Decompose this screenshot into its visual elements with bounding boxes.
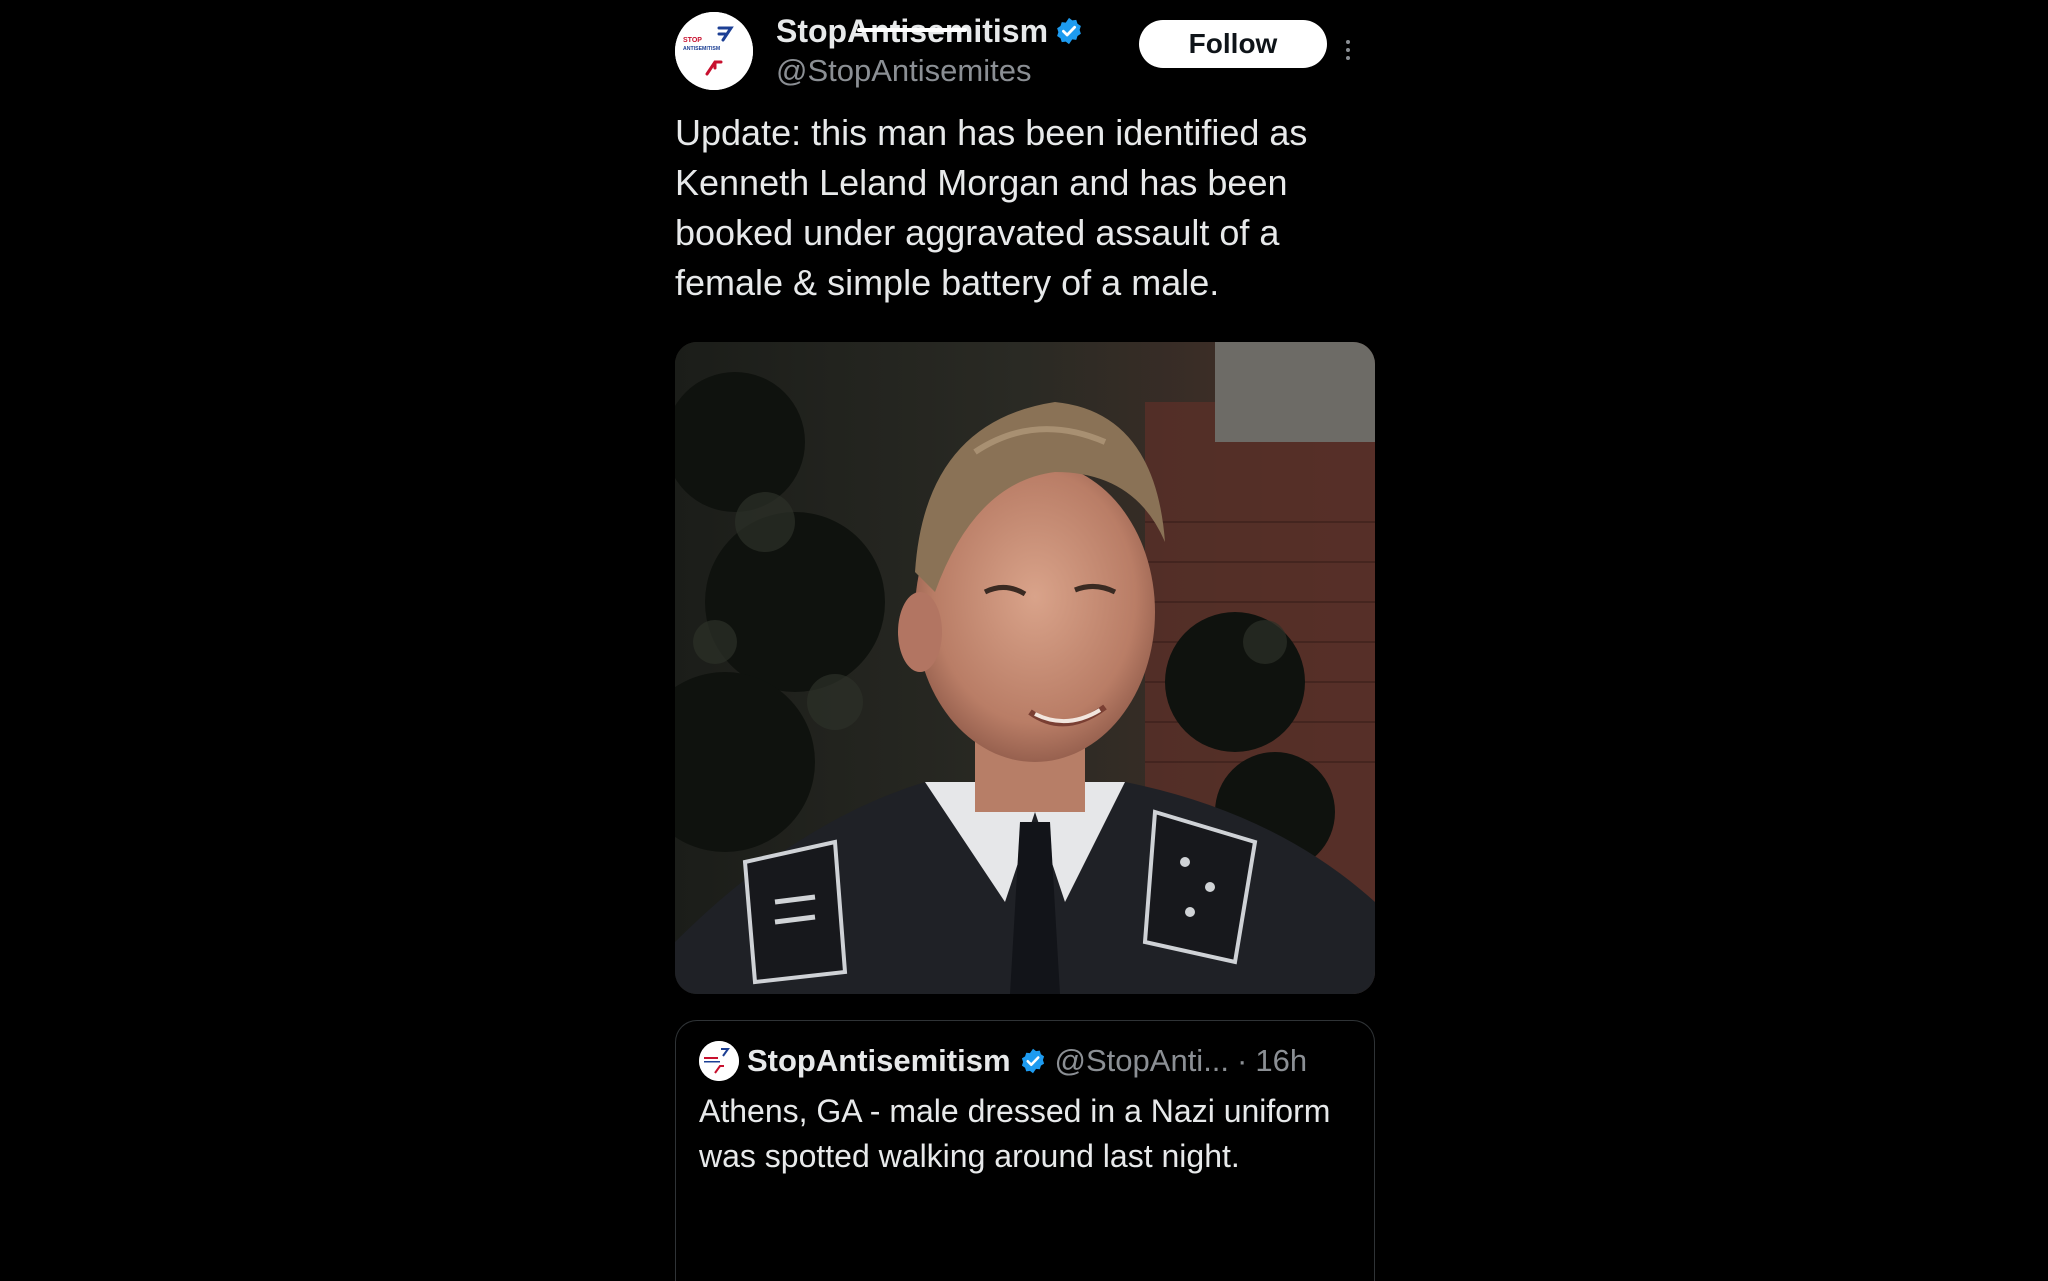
stop-antisemitism-logo-icon: STOP ANTISEMITISM (675, 12, 753, 90)
quoted-tweet-text: Athens, GA - male dressed in a Nazi unif… (699, 1093, 1331, 1174)
user-handle[interactable]: @StopAntisemites (776, 53, 1031, 89)
tweet-text: Update: this man has been identified as … (675, 112, 1308, 303)
tweet-post: STOP ANTISEMITISM StopAntisemitism @Stop… (675, 0, 1375, 1281)
quoted-timestamp[interactable]: 16h (1255, 1043, 1307, 1079)
quoted-tweet-header: StopAntisemitism @StopAnti... · 16h (699, 1041, 1307, 1081)
quoted-handle[interactable]: @StopAnti... (1055, 1043, 1230, 1079)
avatar[interactable]: STOP ANTISEMITISM (675, 12, 753, 90)
avatar-logo-antisemitism: ANTISEMITISM (683, 46, 720, 52)
more-options-icon[interactable] (1343, 40, 1353, 68)
verified-badge-icon (1021, 1048, 1044, 1074)
avatar-logo-stop: STOP (683, 37, 702, 44)
quoted-tweet[interactable]: StopAntisemitism @StopAnti... · 16h Athe… (675, 1020, 1375, 1281)
name-strike-mark (857, 28, 967, 32)
quoted-display-name[interactable]: StopAntisemitism (747, 1043, 1011, 1079)
verified-badge-icon (1057, 17, 1081, 45)
tweet-media[interactable] (675, 342, 1375, 994)
quoted-avatar[interactable] (699, 1041, 739, 1081)
quoted-separator: · (1237, 1043, 1248, 1078)
photo-man-in-uniform (675, 342, 1375, 994)
stop-antisemitism-logo-icon (699, 1041, 739, 1081)
tweet-header: STOP ANTISEMITISM StopAntisemitism @Stop… (675, 12, 1375, 92)
follow-button[interactable]: Follow (1139, 20, 1327, 68)
